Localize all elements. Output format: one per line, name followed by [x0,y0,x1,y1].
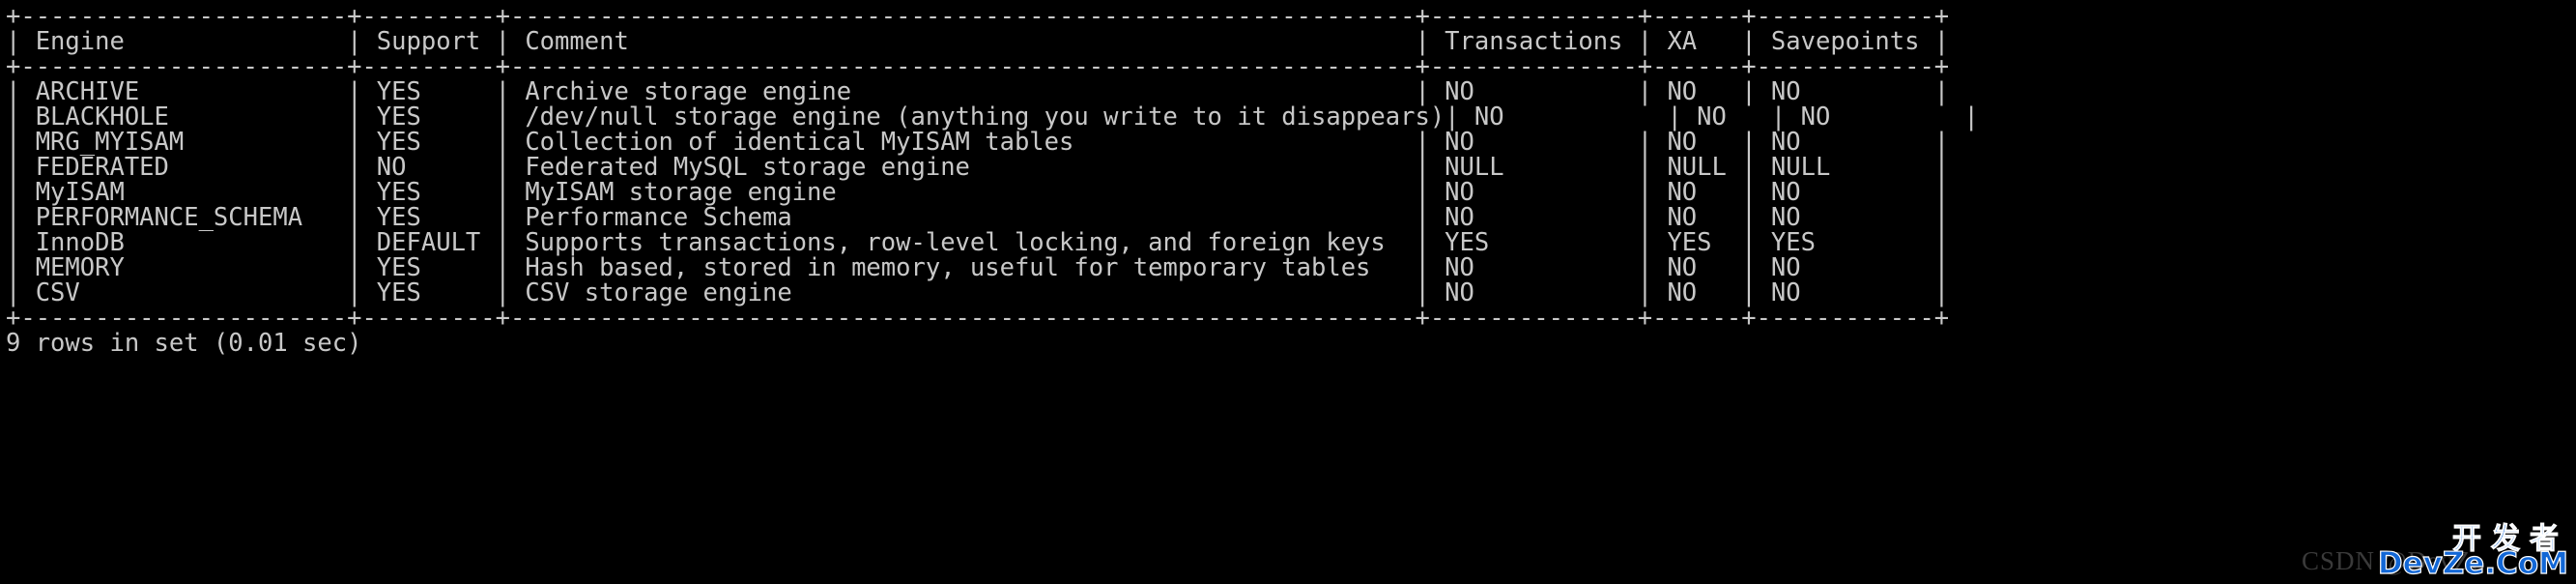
table-border-header: +----------------------+---------+------… [6,52,1950,81]
table-row: | FEDERATED | NO | Federated MySQL stora… [6,153,1950,182]
terminal-window: +----------------------+---------+------… [0,0,2576,584]
table-row: | InnoDB | DEFAULT | Supports transactio… [6,228,1950,257]
table-row: | BLACKHOLE | YES | /dev/null storage en… [6,102,1979,131]
table-border-top: +----------------------+---------+------… [6,2,1950,31]
watermark-latin-text: DevZe.CoM [2377,545,2568,581]
result-status-line: 9 rows in set (0.01 sec) [6,329,362,358]
table-row: | MEMORY | YES | Hash based, stored in m… [6,253,1950,282]
table-header-row: | Engine | Support | Comment | Transacti… [6,27,1950,56]
watermark-chinese-text: 开发者 [2452,522,2568,557]
mysql-query-result-table: +----------------------+---------+------… [6,4,2576,356]
table-row: | CSV | YES | CSV storage engine | NO | … [6,278,1950,307]
table-row: | PERFORMANCE_SCHEMA | YES | Performance… [6,203,1950,232]
table-row: | MyISAM | YES | MyISAM storage engine |… [6,178,1950,207]
table-border-bottom: +----------------------+---------+------… [6,304,1950,333]
table-row: | MRG_MYISAM | YES | Collection of ident… [6,128,1950,157]
watermark-faint-text: CSDN @DevZe [2302,546,2484,575]
watermark: CSDN @DevZe 开发者 DevZe.CoM [2280,514,2570,582]
table-row: | ARCHIVE | YES | Archive storage engine… [6,77,1950,106]
